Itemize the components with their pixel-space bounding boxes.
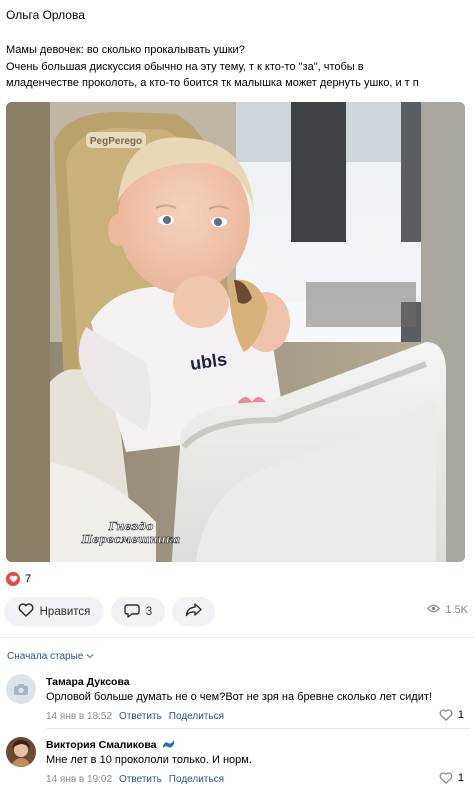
post-photo[interactable]: PegPerego ubls Гнездо Пересмешника xyxy=(6,102,465,562)
reaction-count: 7 xyxy=(25,573,32,585)
comment-time[interactable]: 14 янв в 18:52 xyxy=(46,711,112,722)
comment-divider xyxy=(46,728,470,729)
avatar[interactable] xyxy=(6,674,36,704)
post-text-line: Мамы девочек: во сколько прокалывать ушк… xyxy=(6,44,245,56)
comment-like-count: 1 xyxy=(457,772,464,784)
comment-author-name: Виктория Смаликова xyxy=(46,739,157,751)
post-text: Мамы девочек: во сколько прокалывать ушк… xyxy=(6,42,468,92)
comment-like-button[interactable]: 1 xyxy=(439,772,464,784)
comment-like-count: 1 xyxy=(457,709,464,721)
reply-link[interactable]: Ответить xyxy=(119,711,162,722)
views-counter: 1.5K xyxy=(427,604,468,616)
comment-author[interactable]: Виктория Смаликова xyxy=(46,739,175,751)
chevron-down-icon xyxy=(86,651,94,662)
comment-time[interactable]: 14 янв в 19:02 xyxy=(46,774,112,785)
comment-text: Орловой больше думать не о чем?Вот не зр… xyxy=(46,691,432,703)
comment-meta: 14 янв в 18:52 Ответить Поделиться xyxy=(46,711,224,722)
post-author[interactable]: Ольга Орлова xyxy=(6,8,85,22)
share-link[interactable]: Поделиться xyxy=(169,711,224,722)
heart-icon xyxy=(6,572,20,586)
comment-button[interactable]: 3 xyxy=(111,597,165,626)
watermark-line2: Пересмешника xyxy=(81,533,180,546)
verified-wave-icon xyxy=(163,740,175,748)
chair-brand-text: PegPerego xyxy=(90,136,142,147)
post-text-line: Очень большая дискуссия обычно на эту те… xyxy=(6,60,364,73)
heart-outline-icon xyxy=(439,709,453,721)
comments-sort-dropdown[interactable]: Сначала старые xyxy=(7,651,94,662)
watermark-line1: Гнездо xyxy=(108,520,154,533)
comment-count: 3 xyxy=(145,605,153,618)
eye-icon xyxy=(427,604,441,616)
heart-outline-icon xyxy=(18,603,34,620)
avatar[interactable] xyxy=(6,737,36,767)
share-arrow-icon xyxy=(185,603,202,620)
post-text-line: младенчестве проколоть, а кто-то боится … xyxy=(6,77,419,89)
reactions-summary[interactable]: 7 xyxy=(6,572,31,586)
comment-meta: 14 янв в 19:02 Ответить Поделиться xyxy=(46,774,224,785)
share-link[interactable]: Поделиться xyxy=(169,774,224,785)
camera-icon xyxy=(14,683,28,695)
comment-item: Тамара Дуксова Орловой больше думать не … xyxy=(6,674,466,726)
like-label: Нравится xyxy=(39,605,91,618)
heart-outline-icon xyxy=(439,772,453,784)
comment-author[interactable]: Тамара Дуксова xyxy=(46,676,130,688)
share-button[interactable] xyxy=(172,597,215,626)
comment-item: Виктория Смаликова Мне лет в 10 проколол… xyxy=(6,737,466,787)
post-photo-illustration: PegPerego ubls Гнездо Пересмешника xyxy=(6,102,465,562)
comment-like-button[interactable]: 1 xyxy=(439,709,464,721)
reply-link[interactable]: Ответить xyxy=(119,774,162,785)
post-actions: Нравится 3 1.5K xyxy=(4,597,470,626)
sort-label: Сначала старые xyxy=(7,651,84,662)
divider xyxy=(0,637,475,638)
comment-icon xyxy=(124,603,140,621)
views-count: 1.5K xyxy=(445,604,468,616)
comment-text: Мне лет в 10 прокололи только. И норм. xyxy=(46,754,252,766)
like-button[interactable]: Нравится xyxy=(4,597,104,626)
